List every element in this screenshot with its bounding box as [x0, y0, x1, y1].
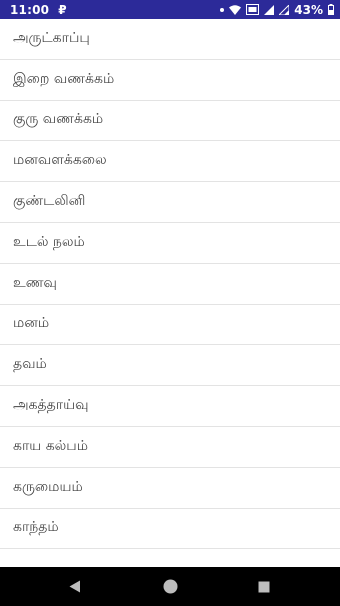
menu-item-guru-vanakkam[interactable]: குரு வணக்கம் [0, 101, 340, 142]
menu-item-label: கருமையம் [13, 478, 83, 495]
menu-item-label: குண்டலினி [13, 193, 86, 210]
home-circle-icon [163, 579, 177, 594]
menu-list: அருட்காப்பு இறை வணக்கம் குரு வணக்கம் மனவ… [0, 19, 340, 567]
back-triangle-icon [69, 580, 80, 593]
menu-item-arutkaappu[interactable]: அருட்காப்பு [0, 19, 340, 60]
status-time: 11:00 [10, 2, 50, 17]
menu-item-irai-vanakkam[interactable]: இறை வணக்கம் [0, 60, 340, 101]
menu-item-unavu[interactable]: உணவு [0, 264, 340, 305]
menu-item-label: காய கல்பம் [13, 437, 88, 454]
signal-icon [264, 4, 275, 15]
back-button[interactable] [55, 567, 95, 606]
status-bar: 11:00 ₽ 43% [0, 0, 340, 19]
home-button[interactable] [150, 567, 190, 606]
recents-square-icon [258, 581, 270, 592]
menu-item-label: உணவு [13, 274, 57, 291]
menu-item-kundalini[interactable]: குண்டலினி [0, 182, 340, 223]
menu-item-label: மனம் [13, 315, 50, 332]
battery-icon [328, 4, 334, 15]
menu-item-label: காந்தம் [13, 519, 59, 536]
signal-low-icon [279, 4, 290, 15]
notification-app-icon: ₽ [58, 2, 67, 17]
notification-dot-icon [220, 7, 225, 12]
menu-item-karumaiyam[interactable]: கருமையம் [0, 468, 340, 509]
menu-item-kaaya-kalpam[interactable]: காய கல்பம் [0, 427, 340, 468]
menu-item-manam[interactable]: மனம் [0, 305, 340, 346]
menu-item-kaantham[interactable]: காந்தம் [0, 509, 340, 550]
menu-item-label: மனவளக்கலை [13, 152, 107, 169]
menu-item-thavam[interactable]: தவம் [0, 345, 340, 387]
navigation-bar [0, 567, 340, 606]
menu-item-udal-nalam[interactable]: உடல் நலம் [0, 223, 340, 264]
menu-item-agathaaivu[interactable]: அகத்தாய்வு [0, 386, 340, 427]
recents-button[interactable] [244, 567, 284, 606]
battery-percent: 43% [294, 2, 323, 17]
menu-item-label: இறை வணக்கம் [13, 70, 115, 87]
menu-item-label: உடல் நலம் [13, 233, 85, 250]
menu-item-partial[interactable]: .... [0, 549, 340, 567]
menu-item-label: குரு வணக்கம் [13, 111, 104, 128]
sim-card-icon [246, 4, 260, 15]
menu-item-label: அகத்தாய்வு [13, 397, 89, 414]
wifi-icon [229, 4, 242, 15]
menu-item-label: தவம் [13, 356, 47, 373]
menu-item-manavalakkalai[interactable]: மனவளக்கலை [0, 141, 340, 183]
menu-item-label: அருட்காப்பு [13, 29, 90, 46]
